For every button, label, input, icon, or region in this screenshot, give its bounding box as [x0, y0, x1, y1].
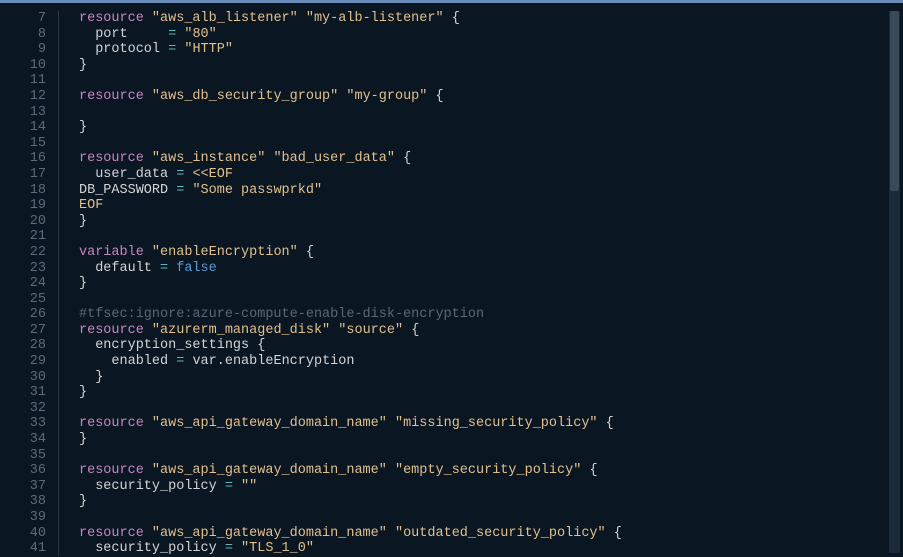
code-line[interactable]: security_policy = ""	[79, 479, 903, 495]
code-line[interactable]: }	[79, 276, 903, 292]
code-line[interactable]: }	[79, 370, 903, 386]
code-line[interactable]	[79, 292, 903, 308]
code-line[interactable]	[79, 510, 903, 526]
code-line[interactable]: encryption_settings {	[79, 338, 903, 354]
code-line[interactable]: resource "aws_alb_listener" "my-alb-list…	[79, 11, 903, 27]
code-line[interactable]: resource "azurerm_managed_disk" "source"…	[79, 323, 903, 339]
code-line[interactable]: resource "aws_api_gateway_domain_name" "…	[79, 416, 903, 432]
line-number: 23	[0, 261, 46, 277]
line-number: 22	[0, 245, 46, 261]
line-number: 27	[0, 323, 46, 339]
code-line[interactable]: DB_PASSWORD = "Some passwprkd"	[79, 183, 903, 199]
line-number: 11	[0, 73, 46, 89]
code-line[interactable]: }	[79, 58, 903, 74]
code-line[interactable]: EOF	[79, 198, 903, 214]
line-number: 18	[0, 183, 46, 199]
code-line[interactable]: }	[79, 432, 903, 448]
code-line[interactable]: user_data = <<EOF	[79, 167, 903, 183]
line-number: 40	[0, 526, 46, 542]
code-line[interactable]: default = false	[79, 261, 903, 277]
code-line[interactable]: security_policy = "TLS_1_0"	[79, 541, 903, 557]
vertical-scrollbar[interactable]	[889, 11, 900, 553]
code-line[interactable]	[79, 136, 903, 152]
line-number-gutter: 7891011121314151617181920212223242526272…	[0, 11, 58, 556]
code-line[interactable]: }	[79, 120, 903, 136]
line-number: 38	[0, 494, 46, 510]
line-number: 13	[0, 105, 46, 121]
line-number: 41	[0, 541, 46, 557]
code-line[interactable]: resource "aws_db_security_group" "my-gro…	[79, 89, 903, 105]
line-number: 17	[0, 167, 46, 183]
line-number: 25	[0, 292, 46, 308]
scrollbar-thumb[interactable]	[890, 11, 899, 191]
line-number: 37	[0, 479, 46, 495]
line-number: 33	[0, 416, 46, 432]
line-number: 21	[0, 229, 46, 245]
code-line[interactable]: resource "aws_api_gateway_domain_name" "…	[79, 463, 903, 479]
line-number: 30	[0, 370, 46, 386]
code-line[interactable]	[79, 448, 903, 464]
gutter-divider	[58, 11, 59, 556]
line-number: 39	[0, 510, 46, 526]
code-line[interactable]: variable "enableEncryption" {	[79, 245, 903, 261]
line-number: 8	[0, 27, 46, 43]
line-number: 31	[0, 385, 46, 401]
line-number: 9	[0, 42, 46, 58]
line-number: 15	[0, 136, 46, 152]
code-line[interactable]: resource "aws_instance" "bad_user_data" …	[79, 151, 903, 167]
code-line[interactable]: #tfsec:ignore:azure-compute-enable-disk-…	[79, 307, 903, 323]
code-line[interactable]: resource "aws_api_gateway_domain_name" "…	[79, 526, 903, 542]
code-line[interactable]: enabled = var.enableEncryption	[79, 354, 903, 370]
line-number: 36	[0, 463, 46, 479]
line-number: 29	[0, 354, 46, 370]
line-number: 35	[0, 448, 46, 464]
code-area[interactable]: resource "aws_alb_listener" "my-alb-list…	[79, 11, 903, 556]
line-number: 16	[0, 151, 46, 167]
line-number: 7	[0, 11, 46, 27]
code-line[interactable]: }	[79, 214, 903, 230]
code-line[interactable]	[79, 73, 903, 89]
line-number: 19	[0, 198, 46, 214]
line-number: 32	[0, 401, 46, 417]
line-number: 26	[0, 307, 46, 323]
line-number: 10	[0, 58, 46, 74]
line-number: 20	[0, 214, 46, 230]
code-line[interactable]: port = "80"	[79, 27, 903, 43]
code-line[interactable]	[79, 105, 903, 121]
code-line[interactable]	[79, 401, 903, 417]
line-number: 34	[0, 432, 46, 448]
line-number: 14	[0, 120, 46, 136]
line-number: 12	[0, 89, 46, 105]
line-number: 28	[0, 338, 46, 354]
code-line[interactable]: protocol = "HTTP"	[79, 42, 903, 58]
code-line[interactable]	[79, 229, 903, 245]
code-line[interactable]: }	[79, 385, 903, 401]
code-editor[interactable]: 7891011121314151617181920212223242526272…	[0, 0, 903, 556]
code-line[interactable]: }	[79, 494, 903, 510]
line-number: 24	[0, 276, 46, 292]
